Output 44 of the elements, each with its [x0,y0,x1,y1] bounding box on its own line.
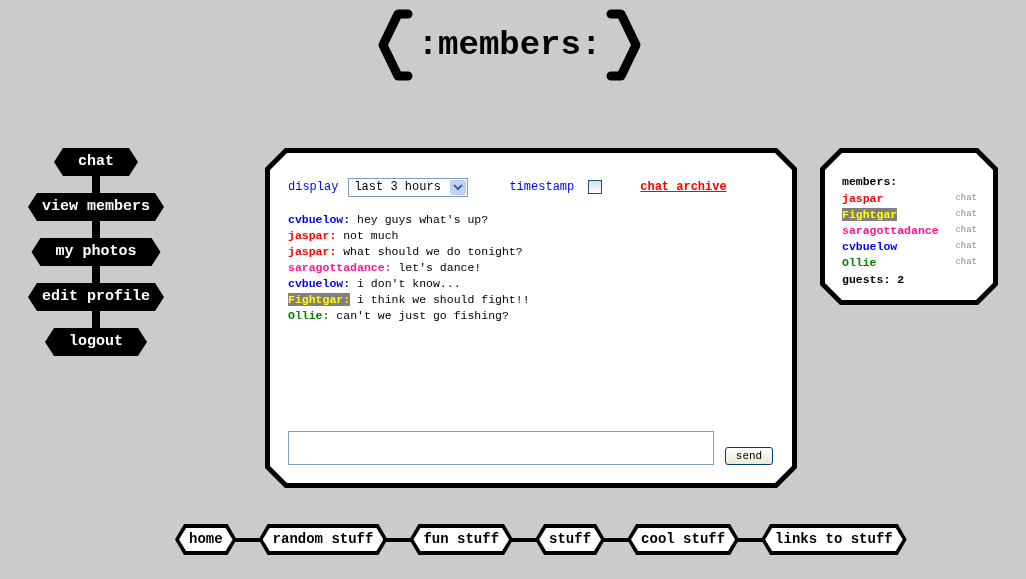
nav-connector [511,537,538,542]
display-label: display [288,180,339,194]
member-name[interactable]: saragottadance [842,223,939,237]
chat-message: Ollie: can't we just go fishing? [288,308,510,324]
timestamp-label: timestamp [509,180,575,194]
nav-button[interactable]: cool stuff [627,524,740,555]
nav-button[interactable]: random stuff [258,524,388,555]
chat-message: Fightgar: i think we should fight!! [288,292,531,308]
chat-link[interactable]: chat [955,193,977,203]
nav-connector [385,537,412,542]
send-button[interactable]: send [725,447,773,465]
nav-button[interactable]: view members [28,193,164,221]
chat-archive-link[interactable]: chat archive [640,180,727,194]
nav-button[interactable]: fun stuff [409,524,514,555]
member-name[interactable]: Fightgar [842,207,898,221]
nav-connector [234,537,261,542]
chat-message: cvbuelow: i don't know... [288,276,462,292]
member-name[interactable]: jaspar [842,191,884,205]
chat-message: cvbuelow: hey guys what's up? [288,212,490,228]
nav-button[interactable]: edit profile [28,283,164,311]
member-name[interactable]: Ollie [842,255,877,269]
nav-connector [737,537,764,542]
chat-message: jaspar: what should we do tonight? [288,244,524,260]
chat-message: saragottadance: let's dance! [288,260,483,276]
guests-count: guests: 2 [842,272,905,288]
nav-button[interactable]: logout [45,328,147,356]
nav-button[interactable]: stuff [535,524,606,555]
caret-icon [450,179,467,195]
timestamp-checkbox[interactable] [588,180,603,194]
chat-link[interactable]: chat [955,209,977,219]
chat-link[interactable]: chat [955,225,977,235]
chat-message: jaspar: not much [288,228,400,244]
nav-button[interactable]: my photos [31,238,161,266]
nav-button[interactable]: home [175,524,237,555]
member-name[interactable]: cvbuelow [842,239,898,253]
members-title: members: [842,174,898,190]
nav-connector [603,537,630,542]
display-select[interactable]: last 3 hours [348,177,469,197]
nav-button[interactable]: links to stuff [761,524,907,555]
message-input[interactable] [288,431,714,465]
site-logo: :members: [417,26,602,64]
chat-link[interactable]: chat [955,257,977,267]
chat-link[interactable]: chat [955,241,977,251]
nav-button[interactable]: chat [54,148,138,176]
